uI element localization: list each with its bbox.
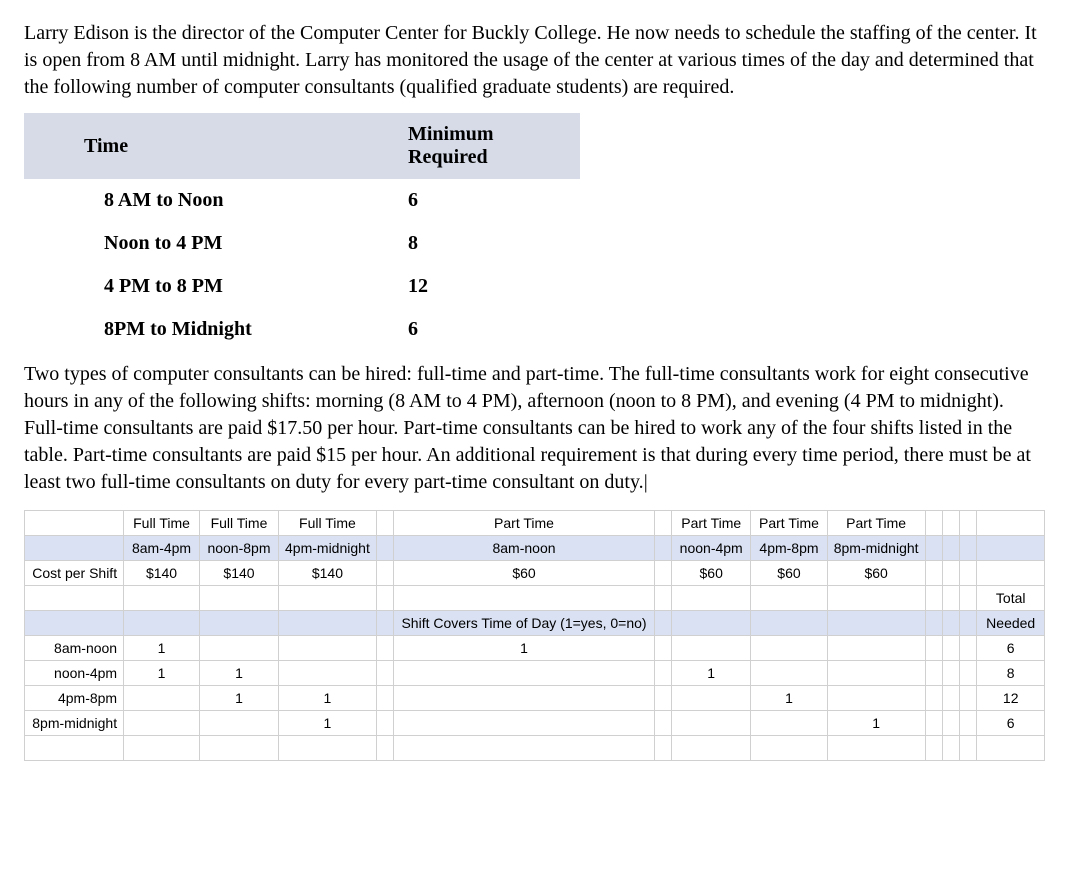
sheet-cell: 1 (827, 711, 925, 736)
sheet-cell: Part Time (672, 511, 751, 536)
table-row: 4 PM to 8 PM 12 (24, 265, 580, 308)
sheet-cell (827, 661, 925, 686)
sheet-row-total-label: Total (25, 586, 1045, 611)
sheet-row-cover-header: Shift Covers Time of Day (1=yes, 0=no) N… (25, 611, 1045, 636)
req-min-cell: 8 (386, 222, 580, 265)
req-time-cell: 8 AM to Noon (24, 179, 386, 222)
body-row-label: 8pm-midnight (25, 711, 124, 736)
sheet-cell (751, 661, 827, 686)
req-time-cell: 8PM to Midnight (24, 308, 386, 351)
needed-cell: 12 (977, 686, 1045, 711)
body-row-label: 8am-noon (25, 636, 124, 661)
sheet-cell (394, 686, 655, 711)
problem-paragraph-1: Larry Edison is the director of the Comp… (24, 20, 1045, 101)
spreadsheet-table: Full Time Full Time Full Time Part Time … (24, 510, 1045, 761)
sheet-cell (672, 686, 751, 711)
req-min-cell: 6 (386, 179, 580, 222)
sheet-cell (394, 661, 655, 686)
sheet-blank-row (25, 736, 1045, 761)
sheet-cell: Part Time (827, 511, 925, 536)
sheet-cell: $140 (279, 561, 377, 586)
req-time-cell: 4 PM to 8 PM (24, 265, 386, 308)
req-min-cell: 6 (386, 308, 580, 351)
sheet-cell: noon-8pm (199, 536, 278, 561)
sheet-cell: $60 (672, 561, 751, 586)
sheet-cell: 1 (124, 661, 200, 686)
sheet-cell: 1 (279, 711, 377, 736)
table-row: 8 AM to Noon 6 (24, 179, 580, 222)
body-row-label: noon-4pm (25, 661, 124, 686)
sheet-cell (124, 686, 200, 711)
sheet-row-shift: 8am-4pm noon-8pm 4pm-midnight 8am-noon n… (25, 536, 1045, 561)
sheet-cell: Full Time (279, 511, 377, 536)
sheet-cell: 8am-noon (394, 536, 655, 561)
sheet-cell: 1 (672, 661, 751, 686)
sheet-body-row: 4pm-8pm 1 1 1 12 (25, 686, 1045, 711)
sheet-body-row: 8pm-midnight 1 1 6 (25, 711, 1045, 736)
sheet-row-type: Full Time Full Time Full Time Part Time … (25, 511, 1045, 536)
sheet-cell: $60 (827, 561, 925, 586)
sheet-cell: 8am-4pm (124, 536, 200, 561)
sheet-body-row: noon-4pm 1 1 1 8 (25, 661, 1045, 686)
requirements-table: Time Minimum Required 8 AM to Noon 6 Noo… (24, 113, 580, 351)
sheet-cell: $60 (751, 561, 827, 586)
sheet-row-cost: Cost per Shift $140 $140 $140 $60 $60 $6… (25, 561, 1045, 586)
needed-label: Needed (977, 611, 1045, 636)
sheet-cell (672, 636, 751, 661)
sheet-cell (199, 711, 278, 736)
sheet-cell (394, 711, 655, 736)
sheet-cell: 8pm-midnight (827, 536, 925, 561)
body-row-label: 4pm-8pm (25, 686, 124, 711)
sheet-cell: Part Time (394, 511, 655, 536)
sheet-cell: 4pm-midnight (279, 536, 377, 561)
req-time-cell: Noon to 4 PM (24, 222, 386, 265)
sheet-cell (124, 711, 200, 736)
sheet-cell: 1 (199, 661, 278, 686)
sheet-cell (279, 661, 377, 686)
needed-cell: 6 (977, 636, 1045, 661)
sheet-cell: noon-4pm (672, 536, 751, 561)
needed-cell: 8 (977, 661, 1045, 686)
sheet-cell: 1 (394, 636, 655, 661)
sheet-cell: $140 (199, 561, 278, 586)
sheet-body-row: 8am-noon 1 1 6 (25, 636, 1045, 661)
problem-paragraph-2: Two types of computer consultants can be… (24, 361, 1045, 496)
cost-per-shift-label: Cost per Shift (25, 561, 124, 586)
shift-covers-header: Shift Covers Time of Day (1=yes, 0=no) (394, 611, 655, 636)
sheet-cell: 1 (279, 686, 377, 711)
total-label: Total (977, 586, 1045, 611)
sheet-cell: 1 (751, 686, 827, 711)
sheet-cell: 4pm-8pm (751, 536, 827, 561)
sheet-cell (672, 711, 751, 736)
sheet-cell: $60 (394, 561, 655, 586)
table-row: 8PM to Midnight 6 (24, 308, 580, 351)
sheet-cell (751, 636, 827, 661)
req-min-cell: 12 (386, 265, 580, 308)
sheet-cell: Full Time (124, 511, 200, 536)
sheet-cell (199, 636, 278, 661)
sheet-cell: $140 (124, 561, 200, 586)
requirements-header-min: Minimum Required (386, 113, 580, 179)
sheet-cell: Part Time (751, 511, 827, 536)
sheet-cell: 1 (124, 636, 200, 661)
sheet-cell (827, 636, 925, 661)
sheet-cell (827, 686, 925, 711)
sheet-cell: Full Time (199, 511, 278, 536)
requirements-header-time: Time (24, 113, 386, 179)
table-row: Noon to 4 PM 8 (24, 222, 580, 265)
sheet-cell (279, 636, 377, 661)
sheet-cell: 1 (199, 686, 278, 711)
sheet-cell (751, 711, 827, 736)
needed-cell: 6 (977, 711, 1045, 736)
